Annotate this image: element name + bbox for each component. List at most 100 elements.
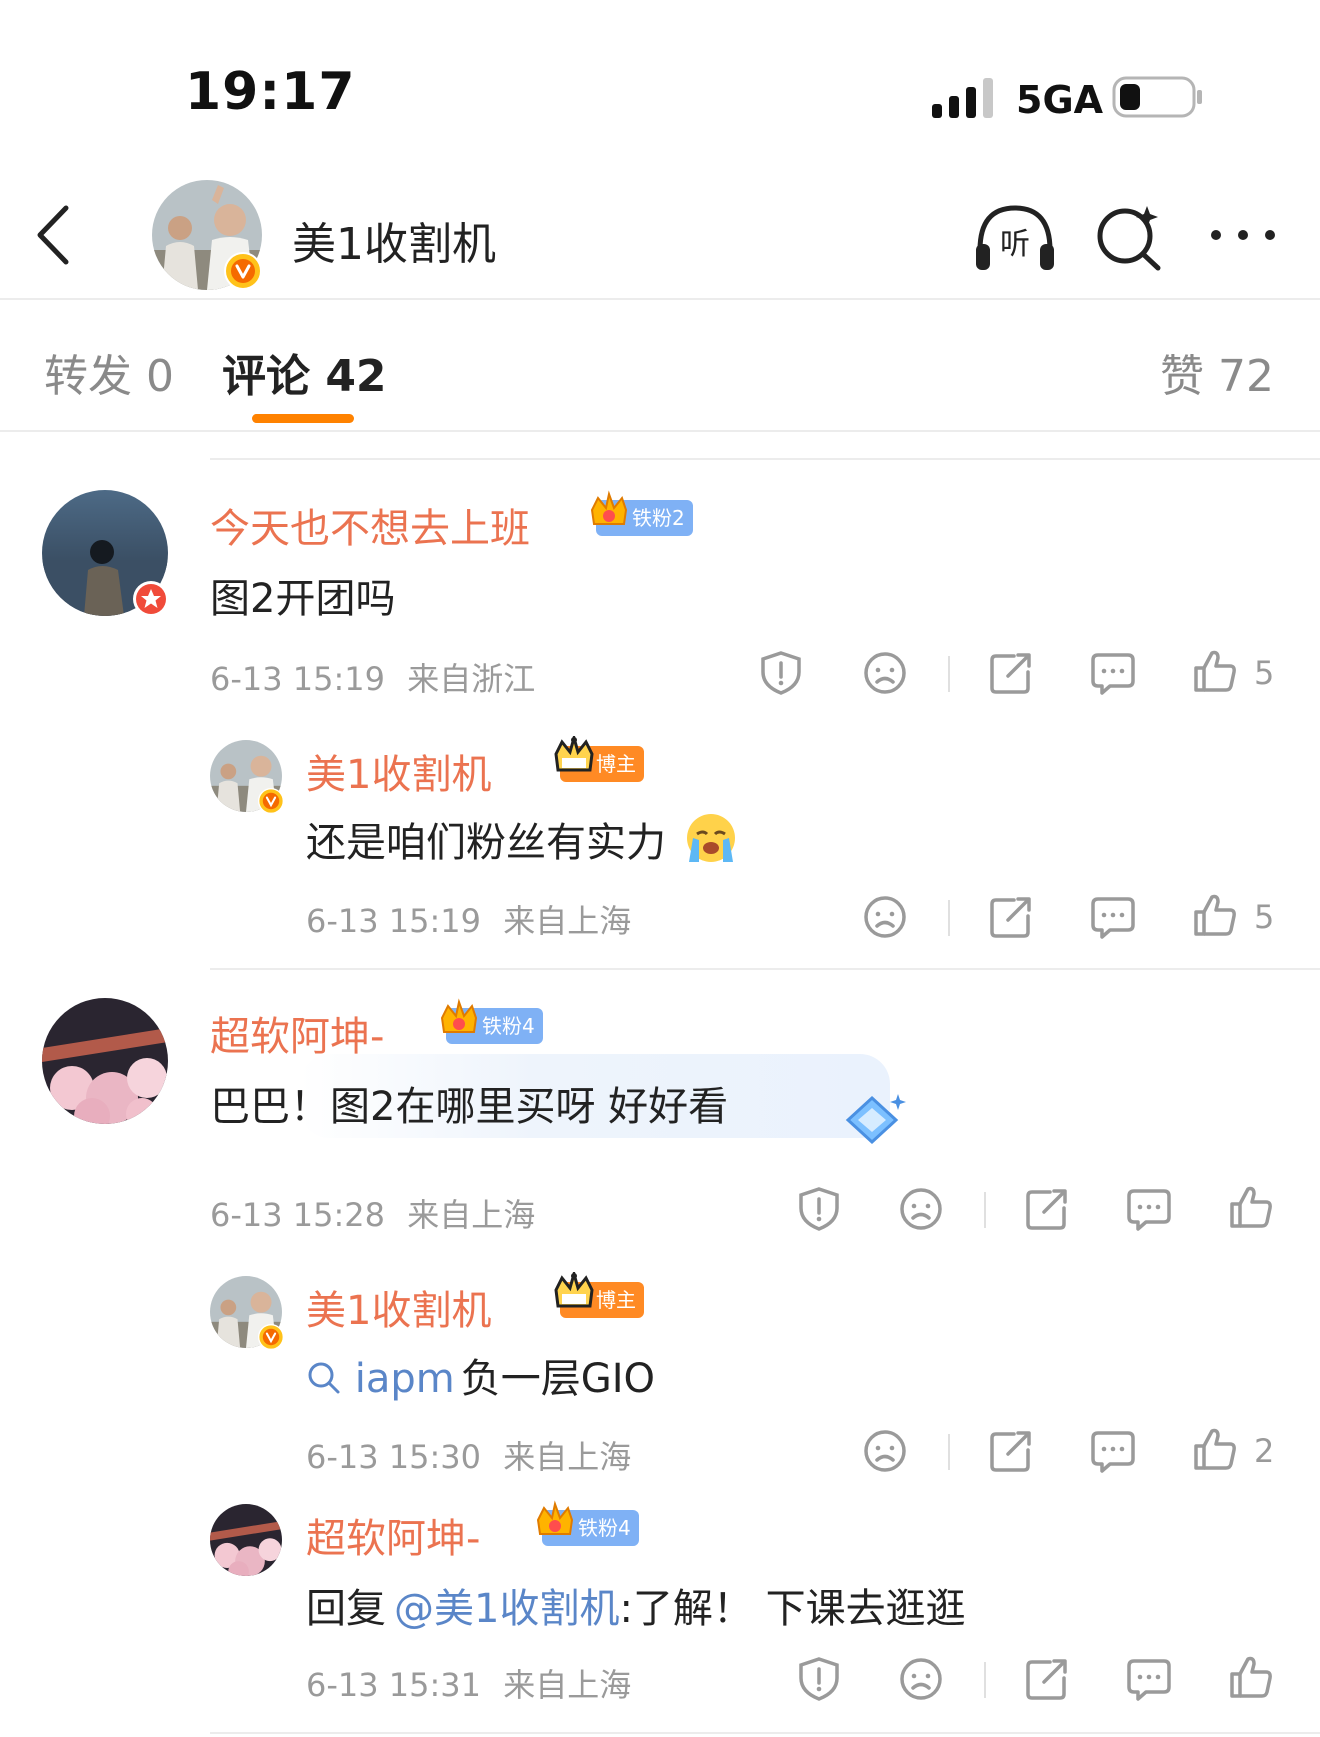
fan-badge: 铁粉4 bbox=[536, 1500, 639, 1546]
reply-time: 6-13 15:30 bbox=[306, 1438, 482, 1476]
diamond-sticker-icon bbox=[845, 1094, 906, 1145]
share-icon[interactable] bbox=[988, 1428, 1034, 1474]
dislike-face-icon[interactable] bbox=[862, 1428, 908, 1474]
host-badge-label: 博主 bbox=[596, 1288, 636, 1312]
report-icon[interactable] bbox=[796, 1656, 842, 1702]
listen-headphones-icon[interactable]: 听 bbox=[972, 200, 1058, 274]
reply-text-content: 还是咱们粉丝有实力 bbox=[306, 820, 666, 866]
replier-name[interactable]: 超软阿坤- bbox=[306, 1506, 480, 1564]
tab-comments[interactable]: 评论 42 bbox=[222, 340, 387, 404]
network-type: 5GA bbox=[1016, 78, 1104, 122]
like-thumb-icon[interactable] bbox=[1192, 1426, 1238, 1472]
reply-comment-icon[interactable] bbox=[1126, 1186, 1172, 1232]
divider bbox=[210, 1732, 1320, 1734]
comment-meta: 6-13 15:28 来自上海 bbox=[210, 1190, 535, 1236]
battery-icon bbox=[1112, 76, 1202, 118]
reply-text-content: 负一层GIO bbox=[460, 1356, 655, 1402]
fan-badge-label: 铁粉2 bbox=[632, 506, 685, 530]
reply-location: 来自上海 bbox=[503, 1666, 632, 1704]
mention-link[interactable]: @美1收割机 bbox=[394, 1586, 619, 1632]
dislike-face-icon[interactable] bbox=[898, 1186, 944, 1232]
commenter-name[interactable]: 今天也不想去上班 bbox=[210, 496, 530, 554]
comment-time: 6-13 15:28 bbox=[210, 1196, 386, 1234]
action-separator bbox=[984, 1192, 986, 1228]
tab-likes[interactable]: 赞 72 bbox=[1160, 340, 1274, 404]
crown-icon bbox=[536, 1500, 574, 1535]
tab-reposts[interactable]: 转发 0 bbox=[44, 340, 174, 404]
comment-location: 来自浙江 bbox=[407, 660, 536, 698]
like-count: 5 bbox=[1254, 654, 1275, 692]
crying-emoji-icon bbox=[686, 814, 735, 862]
share-icon[interactable] bbox=[1024, 1186, 1070, 1232]
host-badge: 博主 bbox=[554, 736, 644, 782]
member-badge-icon bbox=[133, 581, 169, 617]
report-icon[interactable] bbox=[796, 1186, 842, 1232]
reply-meta: 6-13 15:30 来自上海 bbox=[306, 1432, 631, 1478]
like-thumb-icon[interactable] bbox=[1192, 892, 1238, 938]
like-thumb-icon[interactable] bbox=[1192, 648, 1238, 694]
fan-badge-label: 铁粉4 bbox=[482, 1014, 535, 1038]
reply-location: 来自上海 bbox=[503, 902, 632, 940]
divider bbox=[210, 458, 1320, 460]
crown-icon bbox=[554, 1272, 594, 1308]
replier-avatar[interactable] bbox=[210, 1504, 282, 1576]
reply-comment-icon[interactable] bbox=[1090, 1428, 1136, 1474]
like-thumb-icon[interactable] bbox=[1228, 1184, 1274, 1230]
verified-badge-icon bbox=[258, 788, 284, 814]
reply-time: 6-13 15:19 bbox=[306, 902, 482, 940]
reply-text: iapm 负一层GIO bbox=[306, 1346, 655, 1404]
action-separator bbox=[948, 900, 950, 936]
dislike-face-icon[interactable] bbox=[862, 650, 908, 696]
search-icon[interactable] bbox=[1092, 200, 1166, 274]
reply-text: 回复 @美1收割机:了解！ 下课去逛逛 bbox=[306, 1576, 966, 1634]
reply-meta: 6-13 15:19 来自上海 bbox=[306, 896, 631, 942]
crown-icon bbox=[590, 490, 628, 525]
report-icon[interactable] bbox=[758, 650, 804, 696]
reply-prefix: 回复 bbox=[306, 1586, 386, 1632]
tab-bar bbox=[0, 300, 1320, 432]
svg-text:听: 听 bbox=[1000, 227, 1030, 262]
reply-meta: 6-13 15:31 来自上海 bbox=[306, 1660, 631, 1706]
dislike-face-icon[interactable] bbox=[898, 1656, 944, 1702]
action-separator bbox=[948, 1434, 950, 1470]
back-arrow-icon[interactable] bbox=[30, 200, 80, 270]
fan-badge-label: 铁粉4 bbox=[578, 1516, 631, 1540]
comment-text: 巴巴！图2在哪里买呀 好好看 bbox=[210, 1084, 729, 1130]
header-title: 美1收割机 bbox=[292, 219, 496, 270]
fan-badge: 铁粉4 bbox=[440, 998, 543, 1044]
reply-location: 来自上海 bbox=[503, 1438, 632, 1476]
crown-icon bbox=[440, 998, 478, 1033]
divider bbox=[210, 968, 1320, 970]
reply-comment-icon[interactable] bbox=[1090, 650, 1136, 696]
verified-badge-icon bbox=[224, 252, 262, 290]
reply-comment-icon[interactable] bbox=[1126, 1656, 1172, 1702]
reply-text-content: :了解！ 下课去逛逛 bbox=[619, 1586, 966, 1632]
comment-time: 6-13 15:19 bbox=[210, 660, 386, 698]
search-keyword-link[interactable]: iapm bbox=[355, 1356, 455, 1402]
crown-icon bbox=[554, 736, 594, 772]
active-tab-indicator bbox=[252, 414, 354, 423]
host-badge-label: 博主 bbox=[596, 752, 636, 776]
more-options-icon[interactable] bbox=[1206, 220, 1280, 250]
fan-badge: 铁粉2 bbox=[590, 490, 693, 536]
like-count: 5 bbox=[1254, 898, 1275, 936]
dislike-face-icon[interactable] bbox=[862, 894, 908, 940]
commenter-avatar[interactable] bbox=[42, 998, 168, 1124]
comment-meta: 6-13 15:19 来自浙江 bbox=[210, 654, 535, 700]
share-icon[interactable] bbox=[988, 650, 1034, 696]
status-bar: 19:17 5GA bbox=[0, 0, 1320, 150]
share-icon[interactable] bbox=[988, 894, 1034, 940]
replier-name[interactable]: 美1收割机 bbox=[306, 1278, 491, 1336]
host-badge: 博主 bbox=[554, 1272, 644, 1318]
action-separator bbox=[984, 1662, 986, 1698]
like-thumb-icon[interactable] bbox=[1228, 1654, 1274, 1700]
verified-badge-icon bbox=[258, 1324, 284, 1350]
share-icon[interactable] bbox=[1024, 1656, 1070, 1702]
replier-name[interactable]: 美1收割机 bbox=[306, 742, 491, 800]
signal-icon bbox=[932, 78, 993, 118]
search-link-icon bbox=[308, 1362, 340, 1394]
reply-comment-icon[interactable] bbox=[1090, 894, 1136, 940]
comment-text: 图2开团吗 bbox=[210, 576, 396, 622]
like-count: 2 bbox=[1254, 1432, 1275, 1470]
status-time: 19:17 bbox=[185, 62, 356, 122]
